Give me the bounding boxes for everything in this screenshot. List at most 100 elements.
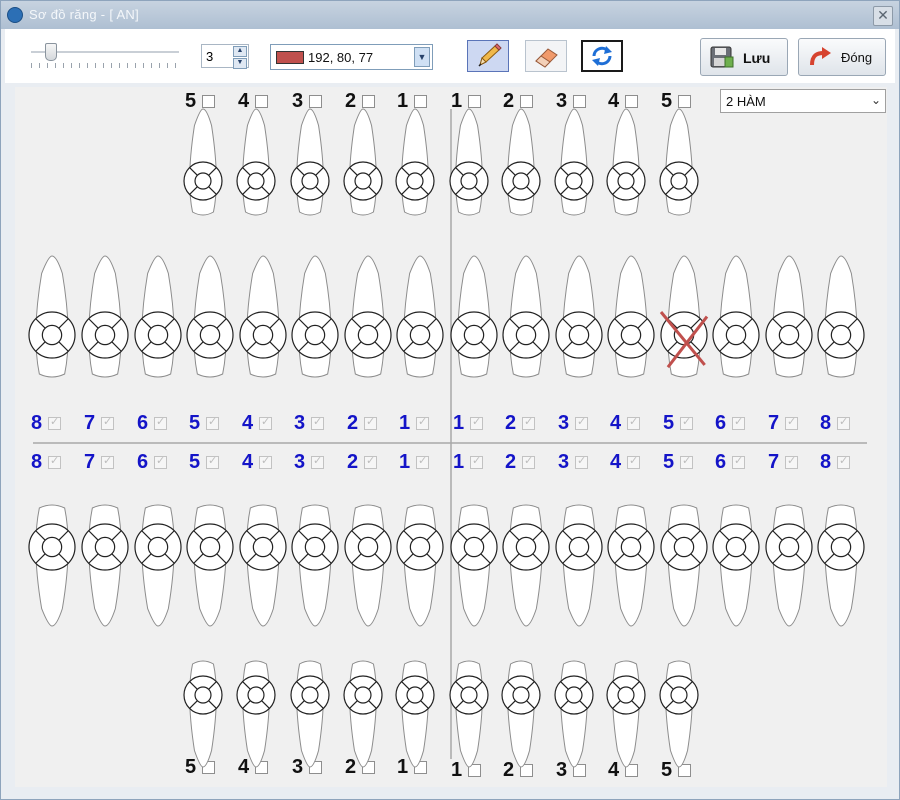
tooth-checkbox[interactable]: [785, 415, 798, 430]
tooth-checkbox[interactable]: [837, 415, 850, 430]
lower-tooth[interactable]: [763, 484, 815, 638]
upper-primary-tooth[interactable]: [657, 107, 701, 240]
lower-tooth[interactable]: [553, 484, 605, 638]
tooth-checkbox[interactable]: [311, 454, 324, 469]
lower-tooth[interactable]: [184, 484, 236, 638]
tooth-checkbox[interactable]: [48, 415, 61, 430]
lower-tooth[interactable]: [26, 484, 78, 638]
upper-tooth[interactable]: [26, 254, 78, 408]
upper-primary-tooth[interactable]: [393, 107, 437, 240]
color-picker-select[interactable]: 192, 80, 77 ▼: [270, 44, 433, 70]
stepper-down-button[interactable]: ▼: [233, 58, 247, 69]
lower-tooth[interactable]: [342, 484, 394, 638]
tooth-checkbox[interactable]: [522, 454, 535, 469]
tooth-checkbox[interactable]: [259, 454, 272, 469]
tooth-checkbox[interactable]: [48, 454, 61, 469]
upper-tooth[interactable]: [500, 254, 552, 408]
save-button[interactable]: Lưu: [700, 38, 788, 76]
tooth-checkbox[interactable]: [416, 415, 429, 430]
tooth-checkbox[interactable]: [154, 454, 167, 469]
lower-primary-tooth[interactable]: [499, 646, 543, 779]
tooth-checkbox[interactable]: [101, 454, 114, 469]
refresh-button[interactable]: [581, 40, 623, 72]
upper-primary-tooth[interactable]: [552, 107, 596, 240]
tooth-checkbox[interactable]: [206, 415, 219, 430]
window-close-button[interactable]: ✕: [873, 6, 893, 26]
tooth-checkbox[interactable]: [627, 454, 640, 469]
lower-primary-tooth[interactable]: [341, 646, 385, 779]
tooth-checkbox[interactable]: [206, 454, 219, 469]
tooth-checkbox[interactable]: [575, 454, 588, 469]
tooth-checkbox[interactable]: [364, 415, 377, 430]
tooth-checkbox[interactable]: [732, 454, 745, 469]
tooth-checkbox[interactable]: [680, 415, 693, 430]
lower-primary-tooth[interactable]: [234, 646, 278, 779]
tooth-checkbox[interactable]: [416, 454, 429, 469]
stepper-up-button[interactable]: ▲: [233, 46, 247, 57]
upper-tooth[interactable]: [448, 254, 500, 408]
tooth-checkbox[interactable]: [154, 415, 167, 430]
brush-size-slider[interactable]: [31, 43, 183, 69]
lower-primary-tooth[interactable]: [552, 646, 596, 779]
tooth-checkbox[interactable]: [470, 454, 483, 469]
tooth-checkbox[interactable]: [311, 415, 324, 430]
tooth-checkbox[interactable]: [732, 415, 745, 430]
upper-primary-tooth[interactable]: [499, 107, 543, 240]
upper-tooth[interactable]: [658, 254, 710, 408]
lower-tooth[interactable]: [605, 484, 657, 638]
tooth-chart-canvas[interactable]: 5432112345876543211234567887654321123456…: [15, 87, 887, 787]
upper-tooth[interactable]: [394, 254, 446, 408]
upper-tooth[interactable]: [815, 254, 867, 408]
upper-primary-tooth[interactable]: [604, 107, 648, 240]
upper-tooth[interactable]: [132, 254, 184, 408]
lower-tooth[interactable]: [448, 484, 500, 638]
line-width-stepper[interactable]: 3 ▲ ▼: [201, 44, 249, 69]
tooth-checkbox[interactable]: [627, 415, 640, 430]
lower-tooth[interactable]: [394, 484, 446, 638]
lower-tooth[interactable]: [289, 484, 341, 638]
lower-primary-tooth[interactable]: [181, 646, 225, 779]
tooth-checkbox[interactable]: [101, 415, 114, 430]
tooth-checkbox[interactable]: [837, 454, 850, 469]
upper-tooth[interactable]: [79, 254, 131, 408]
upper-primary-tooth[interactable]: [234, 107, 278, 240]
upper-primary-tooth[interactable]: [447, 107, 491, 240]
upper-tooth[interactable]: [763, 254, 815, 408]
jaw-select[interactable]: 2 HÀM ⌄: [720, 89, 886, 113]
upper-primary-tooth[interactable]: [181, 107, 225, 240]
chevron-down-icon[interactable]: ▼: [414, 47, 430, 67]
lower-primary-tooth[interactable]: [657, 646, 701, 779]
upper-tooth[interactable]: [553, 254, 605, 408]
tooth-checkbox[interactable]: [680, 454, 693, 469]
lower-tooth[interactable]: [815, 484, 867, 638]
upper-tooth[interactable]: [289, 254, 341, 408]
lower-tooth[interactable]: [658, 484, 710, 638]
lower-tooth[interactable]: [132, 484, 184, 638]
tooth-checkbox[interactable]: [364, 454, 377, 469]
pencil-tool-button[interactable]: [467, 40, 509, 72]
tooth-checkbox[interactable]: [259, 415, 272, 430]
slider-thumb[interactable]: [45, 43, 57, 61]
tooth-checkbox[interactable]: [785, 454, 798, 469]
upper-primary-tooth[interactable]: [341, 107, 385, 240]
upper-tooth[interactable]: [605, 254, 657, 408]
lower-tooth[interactable]: [237, 484, 289, 638]
lower-primary-tooth[interactable]: [604, 646, 648, 779]
lower-tooth[interactable]: [710, 484, 762, 638]
lower-primary-tooth[interactable]: [288, 646, 332, 779]
title-bar[interactable]: Sơ đồ răng - [ AN] ✕: [1, 1, 899, 29]
lower-tooth[interactable]: [79, 484, 131, 638]
tooth-checkbox[interactable]: [522, 415, 535, 430]
upper-tooth[interactable]: [184, 254, 236, 408]
tooth-checkbox[interactable]: [470, 415, 483, 430]
close-button[interactable]: Đóng: [798, 38, 886, 76]
upper-tooth[interactable]: [710, 254, 762, 408]
lower-primary-tooth[interactable]: [393, 646, 437, 779]
upper-tooth[interactable]: [342, 254, 394, 408]
lower-primary-tooth[interactable]: [447, 646, 491, 779]
chevron-down-icon[interactable]: ⌄: [871, 93, 881, 107]
upper-tooth[interactable]: [237, 254, 289, 408]
tooth-checkbox[interactable]: [575, 415, 588, 430]
upper-primary-tooth[interactable]: [288, 107, 332, 240]
eraser-tool-button[interactable]: [525, 40, 567, 72]
